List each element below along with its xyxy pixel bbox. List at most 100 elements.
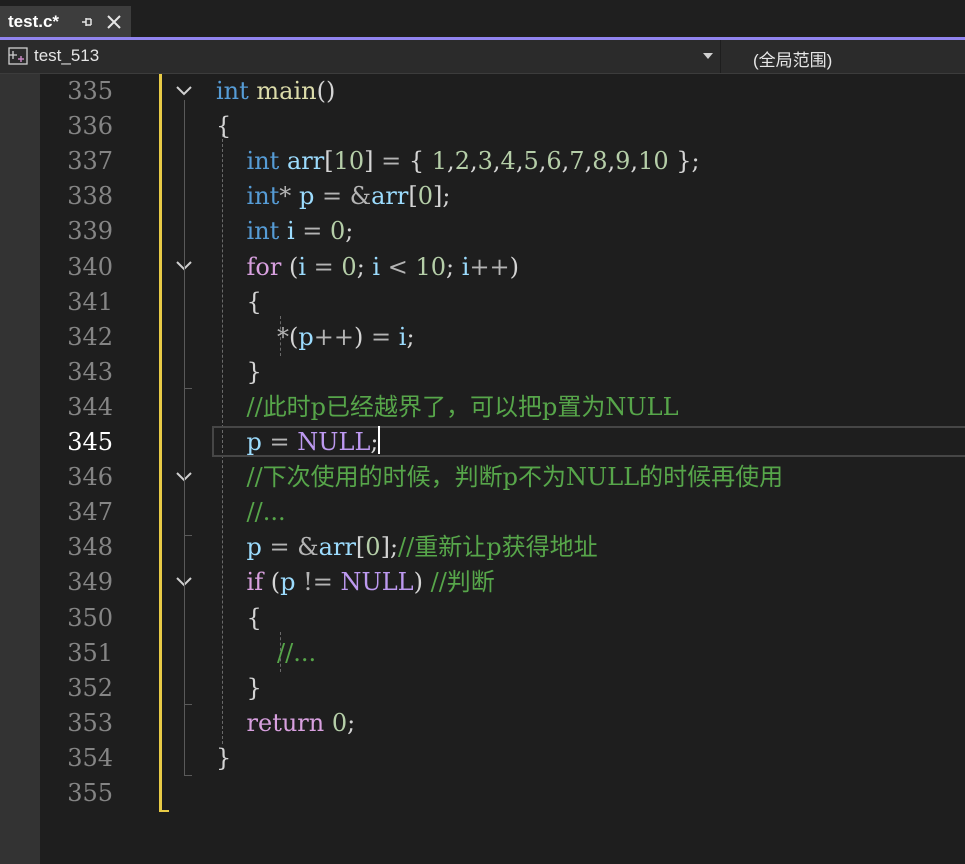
code-token: =	[302, 217, 323, 246]
code-line[interactable]: return 0;	[216, 706, 356, 741]
code-token: p	[246, 428, 262, 456]
code-token: NULL	[340, 568, 414, 597]
code-line[interactable]: int i = 0;	[216, 214, 354, 249]
code-token: 2	[454, 147, 470, 176]
code-line[interactable]: for (i = 0; i < 10; i++)	[216, 250, 520, 285]
code-token: [	[408, 182, 418, 211]
code-token: ,	[469, 147, 478, 176]
code-token: 6	[546, 147, 562, 176]
code-token: =	[381, 147, 402, 176]
code-line[interactable]: //...	[216, 636, 316, 671]
code-token: (	[281, 252, 299, 281]
code-token: =	[269, 428, 290, 456]
code-line[interactable]: }	[216, 741, 231, 776]
code-line[interactable]: //此时p已经越界了，可以把p置为NULL	[216, 390, 679, 425]
code-line[interactable]: {	[216, 109, 231, 144]
code-line[interactable]: int* p = &arr[0];	[216, 179, 451, 214]
code-token: p	[246, 533, 262, 562]
code-token: i	[372, 252, 381, 281]
chevron-down-icon[interactable]	[703, 53, 713, 59]
code-token: //...	[246, 498, 286, 527]
code-token: )	[413, 568, 431, 597]
tab-title: test.c*	[8, 12, 60, 31]
code-token: if	[246, 568, 264, 597]
code-token: =	[313, 252, 334, 281]
code-token: ;	[446, 252, 462, 281]
document-tab-bar: test.c*	[0, 0, 965, 37]
code-line[interactable]: {	[216, 601, 262, 636]
code-token: i	[298, 252, 307, 281]
code-token: 7	[569, 147, 585, 176]
code-token: 10	[638, 147, 669, 176]
code-token: //重新让p获得地址	[398, 533, 598, 562]
code-line[interactable]: {	[216, 285, 262, 320]
code-token: &	[297, 533, 319, 562]
code-token: }	[216, 357, 262, 386]
code-line[interactable]: *(p++) = i;	[216, 320, 415, 355]
code-line[interactable]: //下次使用的时候，判断p不为NULL的时候再使用	[216, 460, 784, 495]
scope-dropdown[interactable]: (全局范围)	[753, 46, 832, 71]
code-token: 4	[500, 147, 516, 176]
code-token: {	[216, 287, 262, 316]
code-token: 9	[615, 147, 631, 176]
code-line[interactable]: }	[216, 355, 262, 390]
code-token: {	[216, 603, 262, 632]
code-token: =	[371, 322, 392, 351]
code-token: ++	[469, 252, 510, 281]
code-token: main	[256, 77, 317, 105]
code-token: }	[216, 673, 262, 702]
code-token: {	[401, 147, 432, 176]
line-number: 339	[67, 217, 113, 246]
code-token: int	[246, 182, 280, 211]
text-caret	[378, 426, 381, 454]
code-token: 0	[331, 708, 348, 737]
line-number: 355	[67, 779, 113, 807]
line-number: 344	[67, 392, 113, 421]
code-line[interactable]: if (p != NULL) //判断	[216, 565, 495, 600]
code-token: ++	[313, 322, 354, 351]
code-token: //...	[277, 638, 317, 667]
code-line[interactable]: int arr[10] = { 1,2,3,4,5,6,7,8,9,10 };	[216, 144, 700, 179]
code-token: =	[321, 182, 343, 211]
tab-test-c[interactable]: test.c*	[0, 6, 131, 37]
code-token: [	[324, 147, 334, 176]
code-editor[interactable]: 335 336 337 338 339 340 341 342 343 344 345 346 347 3…	[0, 74, 965, 864]
code-token: 0	[417, 182, 433, 211]
code-token: p	[298, 182, 315, 211]
code-token: }	[216, 743, 232, 772]
line-number: 349	[67, 568, 113, 597]
pin-icon[interactable]	[80, 15, 94, 29]
code-token: ]	[364, 147, 382, 176]
code-line[interactable]: int main()	[216, 74, 335, 109]
project-dropdown[interactable]: test_513	[34, 46, 99, 66]
code-token: 10	[333, 147, 365, 176]
line-number: 353	[67, 708, 113, 737]
code-token: ,	[492, 147, 501, 176]
code-line[interactable]: }	[216, 671, 262, 706]
code-token: int	[246, 147, 280, 176]
code-token: ()	[316, 77, 336, 105]
line-number: 352	[67, 673, 113, 702]
code-token: 3	[477, 147, 493, 176]
code-line[interactable]: p = &arr[0];//重新让p获得地址	[216, 530, 598, 565]
collapse-chevron-icon[interactable]	[175, 85, 193, 97]
code-token: for	[246, 252, 282, 281]
code-token: arr	[286, 147, 325, 176]
code-token: {	[216, 112, 232, 141]
line-number: 340	[67, 252, 113, 281]
close-icon[interactable]	[106, 14, 122, 30]
code-line[interactable]: //...	[216, 495, 286, 530]
code-line[interactable]: p = NULL;	[216, 425, 381, 460]
